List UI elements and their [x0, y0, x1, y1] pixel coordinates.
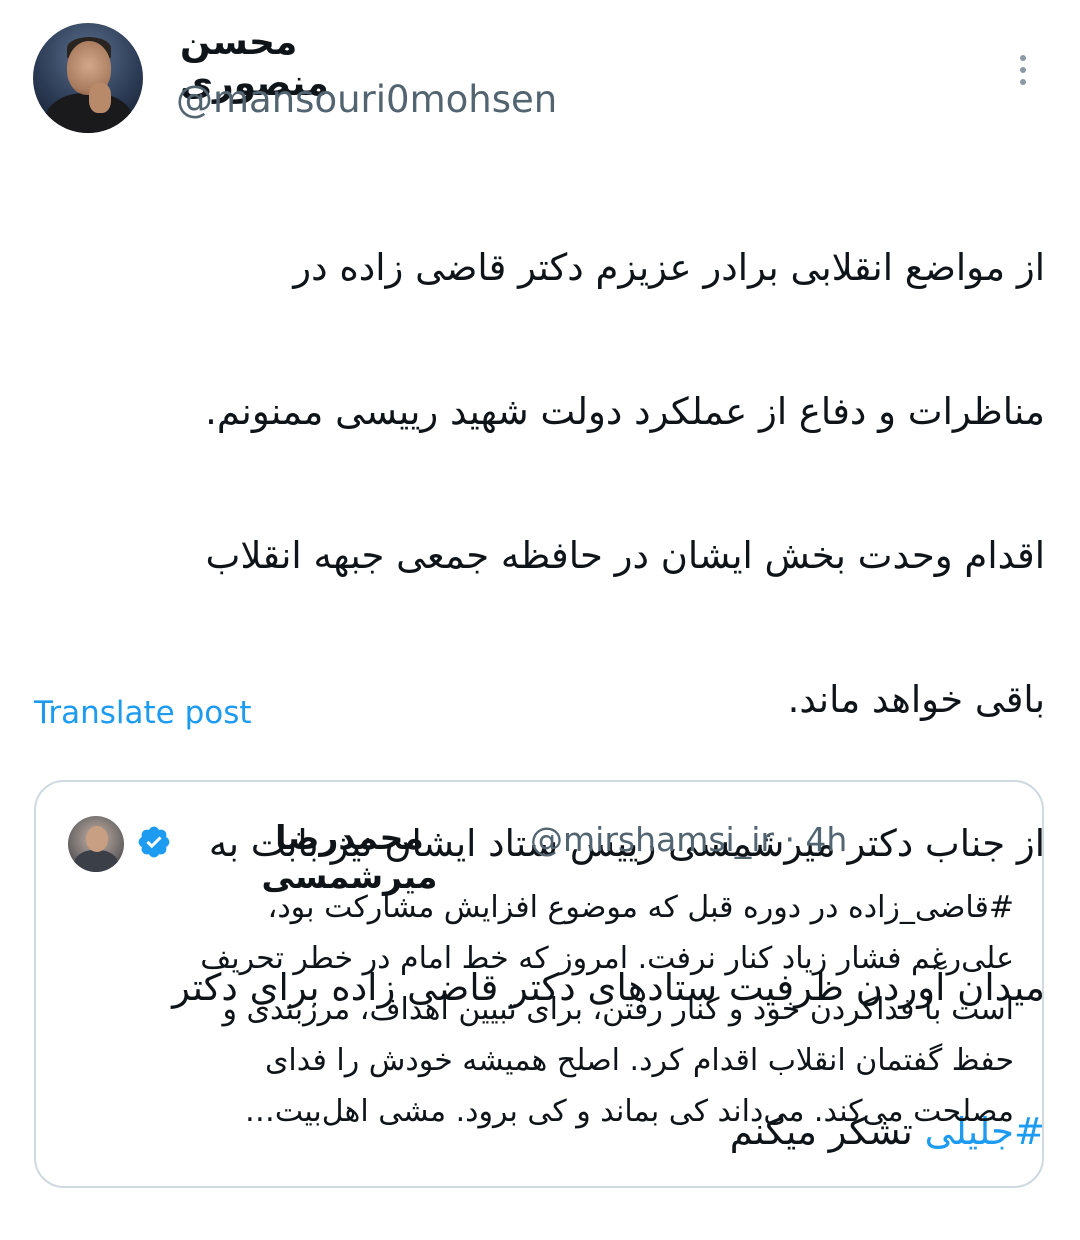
author-avatar[interactable]: [33, 23, 143, 133]
quote-line: حفظ گفتمان انقلاب اقدام کرد. اصلح همیشه …: [264, 1043, 1014, 1078]
quoted-tweet-card[interactable]: محمدرضا میرشمسی @mirshamsi_ir · 4h #قاضی…: [34, 780, 1044, 1188]
more-vertical-icon: [1020, 55, 1026, 61]
quote-line: علی‌رغم فشار زیاد کنار نرفت. امروز که خط…: [200, 941, 1014, 976]
translate-post-link[interactable]: Translate post: [34, 695, 252, 731]
tweet-line: اقدام وحدت بخش ایشان در حافظه جمعی جبهه …: [205, 534, 1046, 577]
quote-line: #قاضی_زاده در دوره قبل که موضوع افزایش م…: [267, 890, 1014, 925]
more-options-button[interactable]: [1005, 48, 1041, 92]
quote-line: مصلحت می‌کند. می‌داند کی بماند و کی برود…: [244, 1094, 1014, 1129]
author-handle[interactable]: @mansouri0mohsen: [176, 78, 557, 121]
quote-text: #قاضی_زاده در دوره قبل که موضوع افزایش م…: [96, 882, 1014, 1137]
tweet-line: از مواضع انقلابی برادر عزیزم دکتر قاضی ز…: [293, 246, 1045, 289]
verified-badge-icon: [138, 826, 170, 858]
quote-line: است با فداکردن خود و کنار رفتن، برای تبی…: [222, 992, 1014, 1027]
tweet-line: مناظرات و دفاع از عملکرد دولت شهید رییسی…: [205, 390, 1045, 433]
quote-author-avatar: [68, 816, 124, 872]
quote-author-handle: @mirshamsi_ir · 4h: [530, 820, 848, 859]
